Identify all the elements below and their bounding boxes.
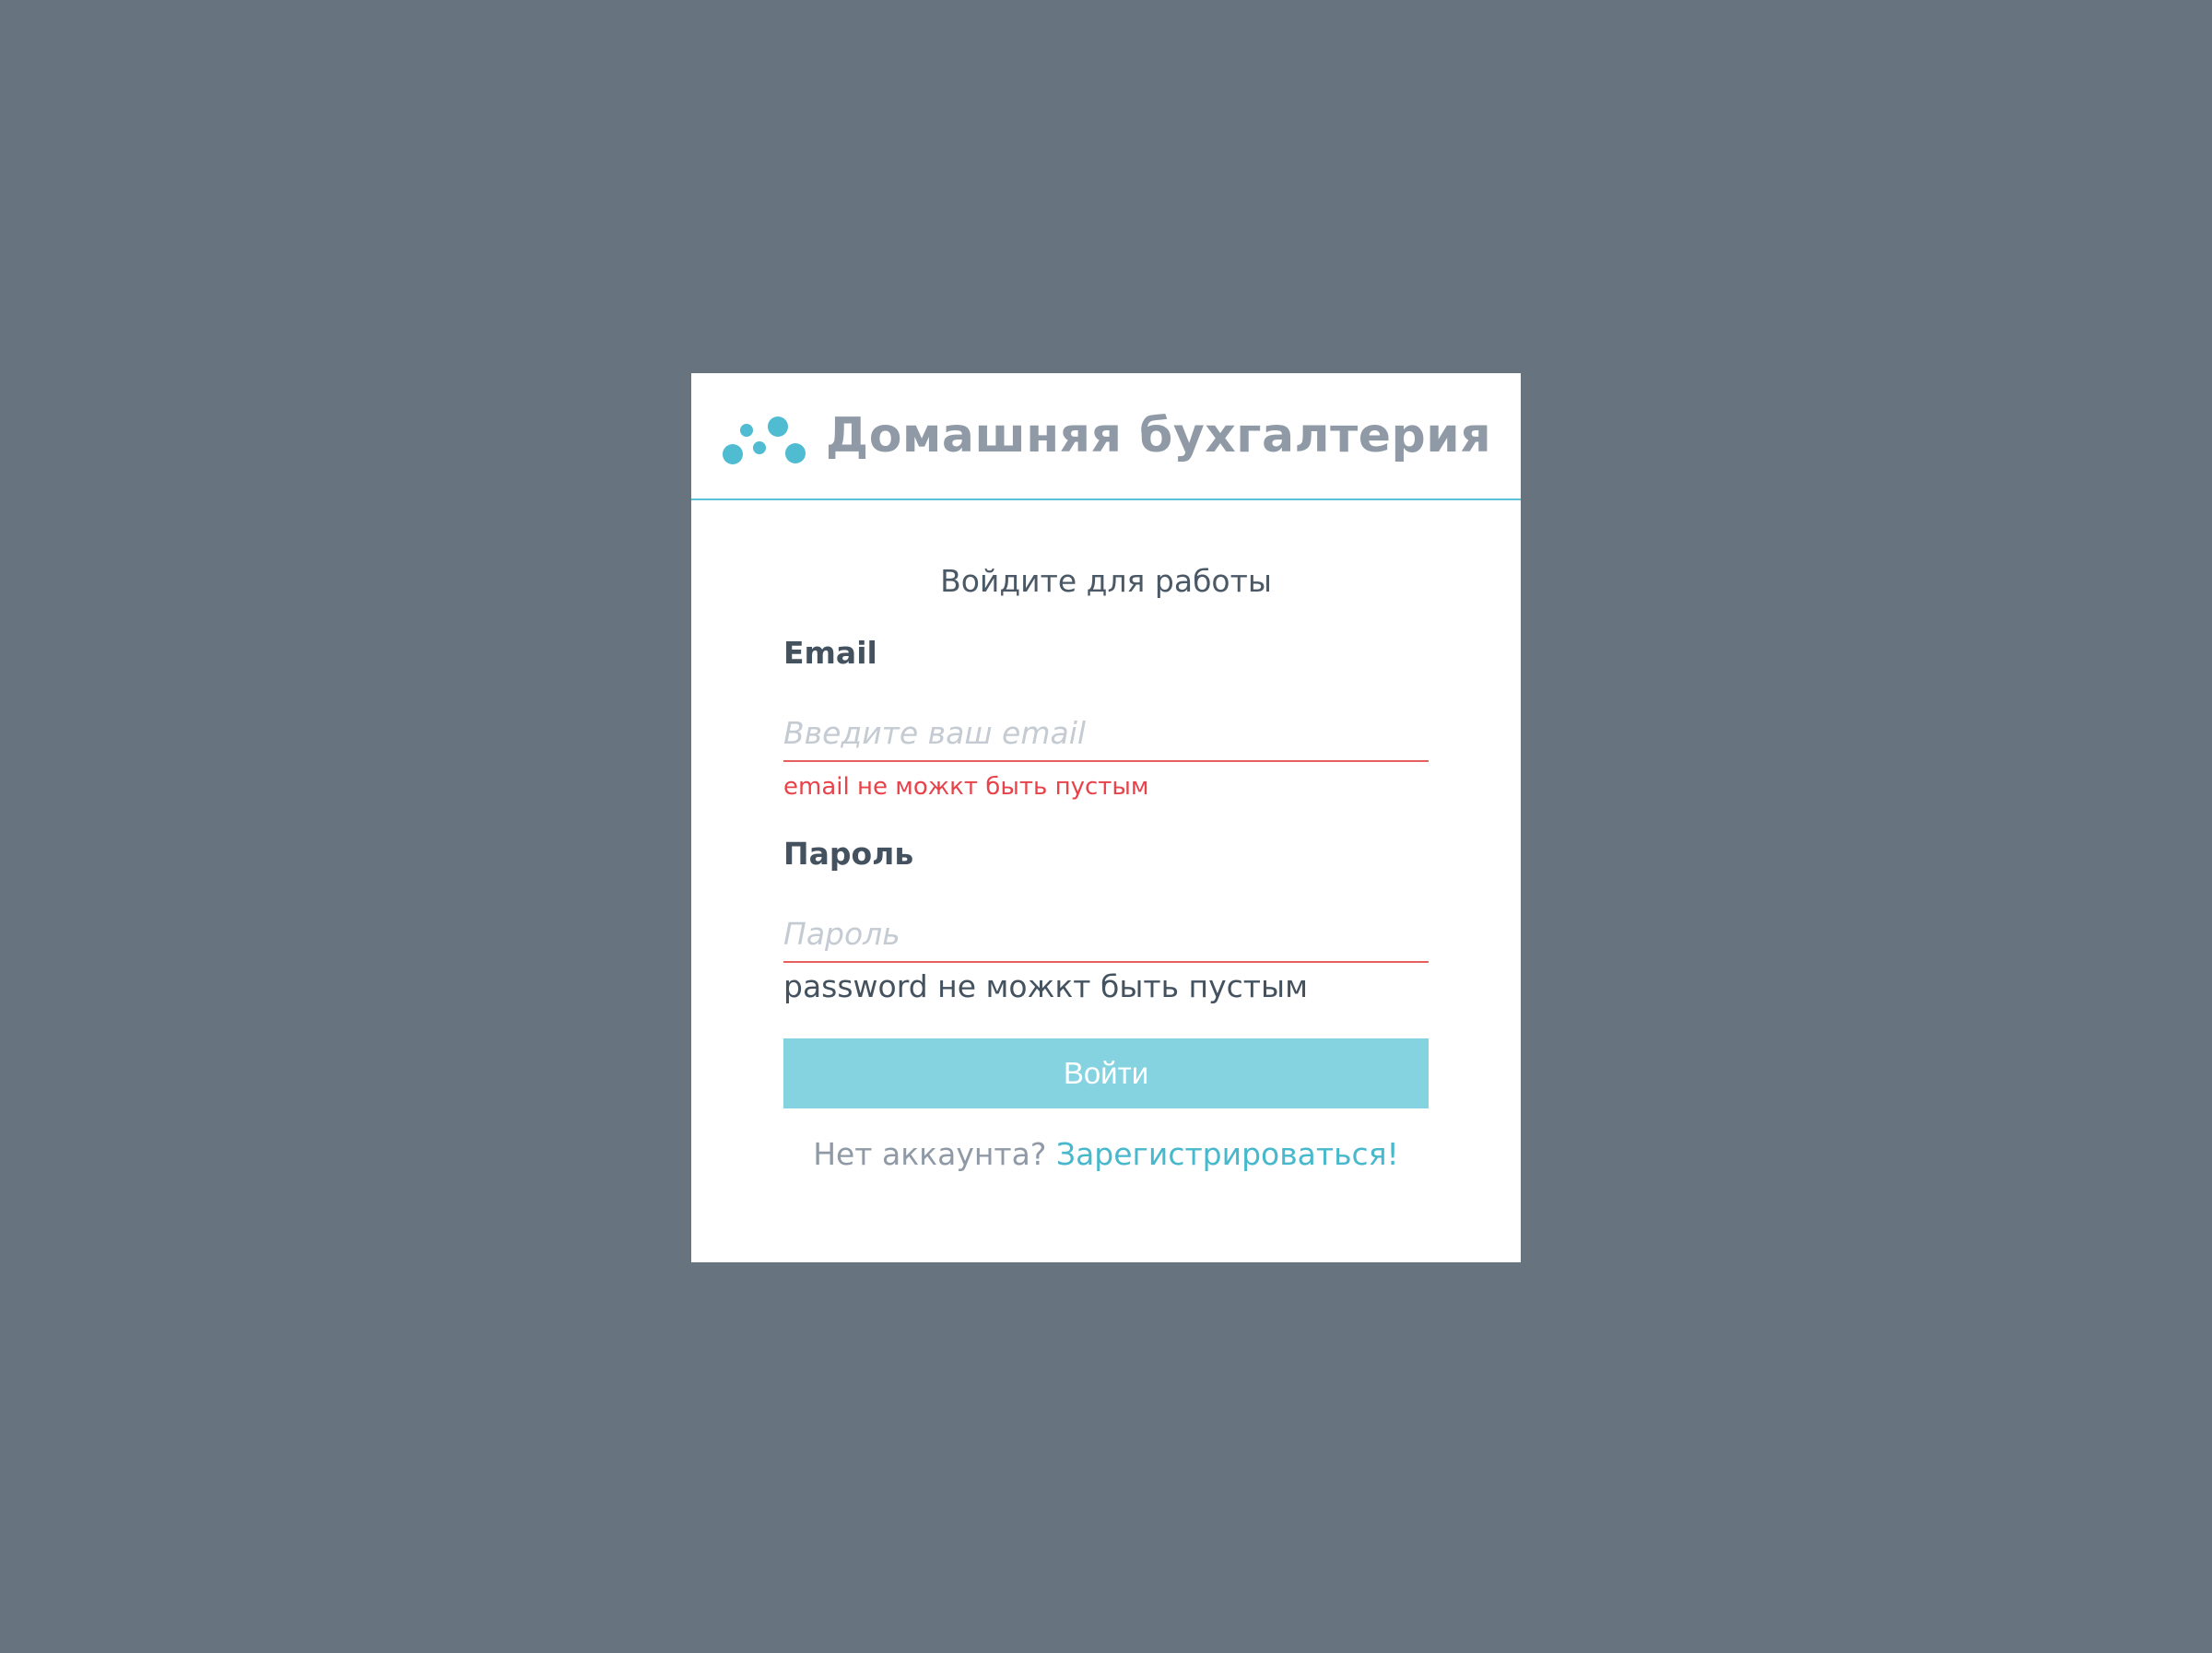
form-subtitle: Войдите для работы <box>940 563 1272 599</box>
email-label: Email <box>783 635 877 671</box>
password-error-message: password не можкт быть пустым <box>783 968 1308 1004</box>
register-prompt: Нет аккаунта? <box>813 1136 1047 1172</box>
register-link[interactable]: Зарегистрироваться! <box>1056 1136 1399 1172</box>
register-row: Нет аккаунта? Зарегистрироваться! <box>783 1136 1429 1172</box>
app-title: Домашняя бухгалтерия <box>825 408 1492 463</box>
password-field[interactable] <box>783 908 1429 959</box>
card-header: Домашняя бухгалтерия <box>691 373 1521 500</box>
login-button[interactable]: Войти <box>783 1038 1429 1108</box>
email-field-wrapper <box>783 705 1429 762</box>
email-field[interactable] <box>783 707 1429 758</box>
login-form: Войдите для работы Email email не можкт … <box>783 500 1429 1172</box>
password-label: Пароль <box>783 836 914 872</box>
email-error-message: email не можкт быть пустым <box>783 773 1149 801</box>
dots-logo-icon <box>722 416 806 464</box>
login-card: Домашняя бухгалтерия Войдите для работы … <box>691 373 1521 1262</box>
password-field-wrapper <box>783 906 1429 963</box>
